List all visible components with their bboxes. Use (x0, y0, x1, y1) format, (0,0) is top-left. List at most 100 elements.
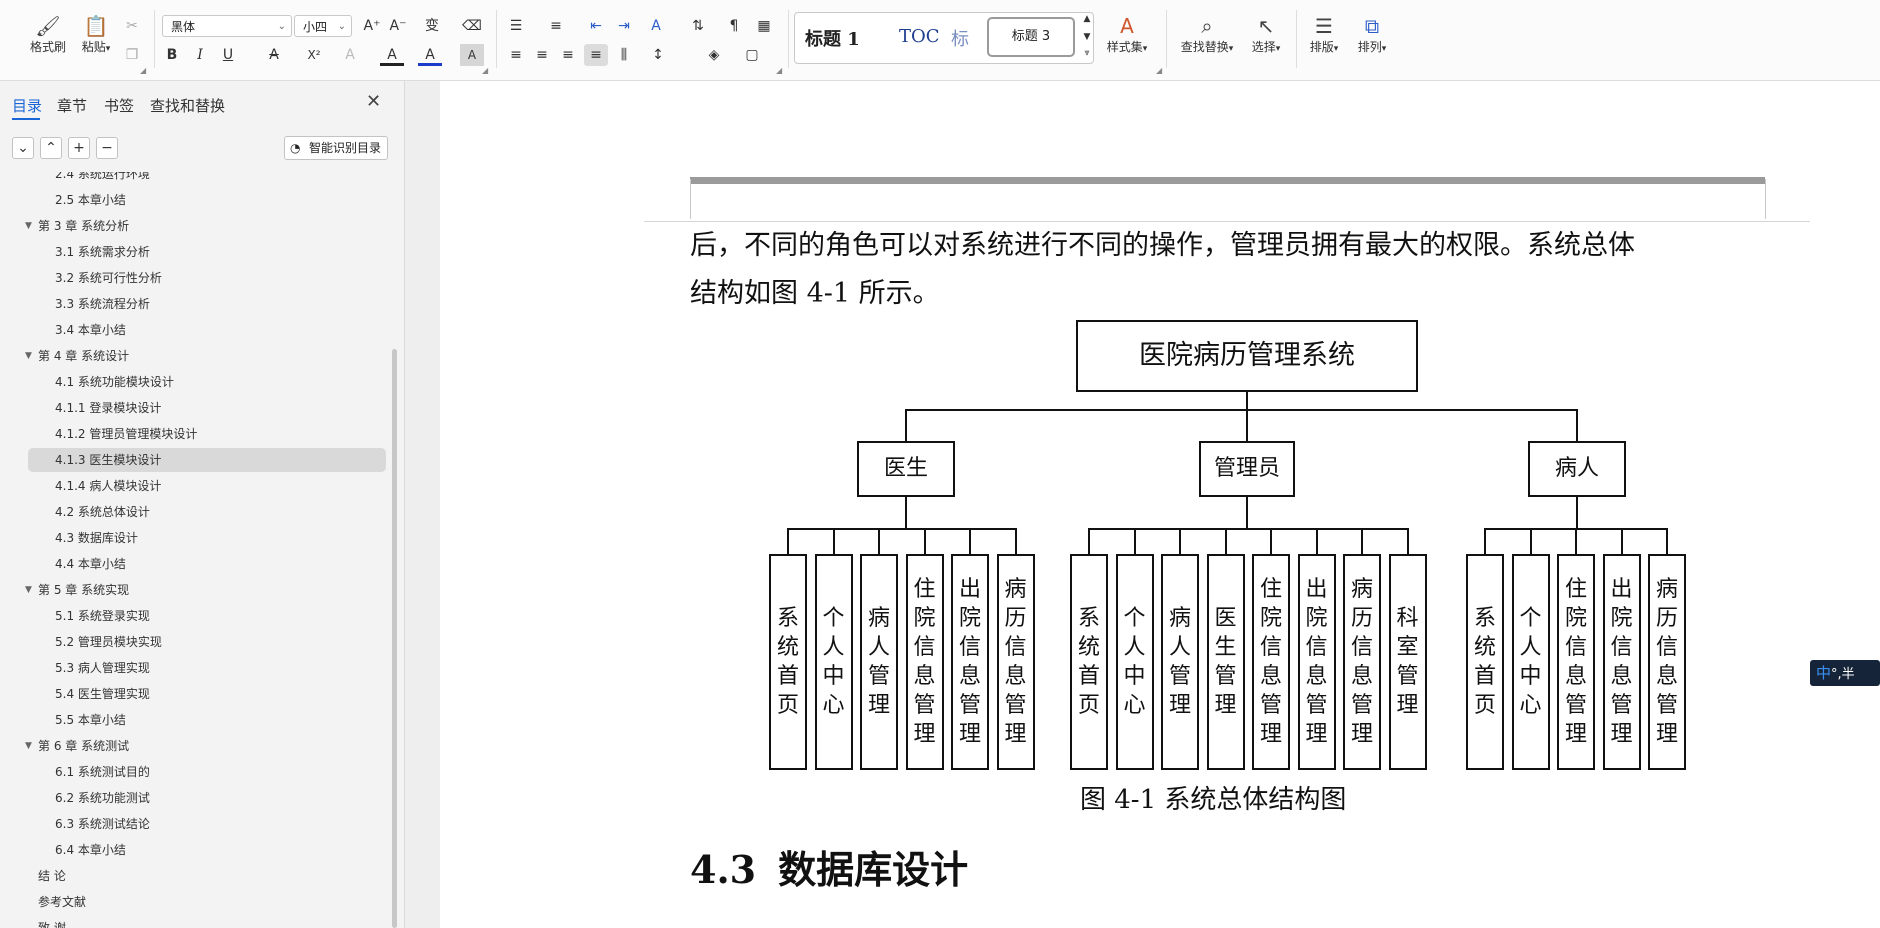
italic-button[interactable]: I (188, 44, 212, 66)
format-painter-button[interactable]: 🖌 格式刷 (26, 14, 70, 55)
nav-scrollbar[interactable] (392, 349, 397, 928)
toc-item[interactable]: ▼ 第 5 章 系统实现 (25, 578, 386, 602)
phonetic-guide-icon[interactable]: 变 (420, 15, 444, 37)
sort-icon[interactable]: ⇅ (686, 15, 710, 37)
font-size-select[interactable]: 小四 ⌄ (294, 15, 352, 37)
arrange-button[interactable]: ⧉ 排列▾ (1354, 14, 1390, 55)
expand-up-button[interactable]: ⌃ (40, 137, 62, 159)
shrink-font-icon[interactable]: A⁻ (386, 15, 410, 37)
paragraph-launcher-icon[interactable]: ◢ (776, 66, 782, 75)
toc-item[interactable]: 4.3 数据库设计 (28, 526, 386, 550)
strikethrough-button[interactable]: A (262, 44, 286, 66)
toc-item[interactable]: 4.1.3 医生模块设计 (28, 448, 386, 472)
numbering-icon[interactable]: ≡ (544, 15, 568, 37)
style-heading3[interactable]: 标题 3 (987, 17, 1075, 57)
show-marks-icon[interactable]: ¶ (722, 15, 746, 37)
toc-item[interactable]: 5.3 病人管理实现 (28, 656, 386, 680)
toc-item[interactable]: 6.2 系统功能测试 (28, 786, 386, 810)
tab-toc[interactable]: 目录 (12, 95, 42, 116)
increase-indent-icon[interactable]: ⇥ (612, 15, 636, 37)
char-shading-button[interactable]: A (460, 44, 484, 66)
borders-icon[interactable]: ▢ (740, 44, 764, 66)
toc-item[interactable]: 致 谢 (28, 916, 386, 928)
shading-icon[interactable]: ◈ (702, 44, 726, 66)
align-right-icon[interactable]: ≡ (556, 44, 580, 66)
bullets-icon[interactable]: ☰ (504, 15, 528, 37)
layout-button[interactable]: ☰ 排版▾ (1306, 14, 1342, 55)
smart-toc-button[interactable]: ◔ 智能识别目录 (284, 136, 388, 160)
style-toc[interactable]: TOC (899, 26, 940, 47)
paste-button[interactable]: 📋 粘贴▾ (76, 14, 116, 55)
font-name-select[interactable]: 黑体 ⌄ (162, 15, 292, 37)
distributed-icon[interactable]: ⫼ (612, 44, 636, 66)
add-toc-item-button[interactable]: + (68, 137, 90, 159)
toc-item[interactable]: 3.4 本章小结 (28, 318, 386, 342)
style-scroll-down-icon[interactable]: ▼ (1080, 30, 1094, 44)
toc-item[interactable]: ▼ 第 3 章 系统分析 (25, 214, 386, 238)
decrease-indent-icon[interactable]: ⇤ (584, 15, 608, 37)
clear-format-icon[interactable]: ⌫ (460, 15, 484, 37)
align-left-icon[interactable]: ≡ (504, 44, 528, 66)
toc-item[interactable]: 4.1 系统功能模块设计 (28, 370, 386, 394)
style-scroll-up-icon[interactable]: ▲ (1080, 12, 1094, 26)
underline-button[interactable]: U (216, 44, 240, 66)
style-heading-partial[interactable]: 标 (951, 25, 969, 51)
grow-font-icon[interactable]: A⁺ (360, 15, 384, 37)
toc-item[interactable]: 3.3 系统流程分析 (28, 292, 386, 316)
select-button[interactable]: ↖ 选择▾ (1246, 14, 1286, 55)
toc-item[interactable]: 4.4 本章小结 (28, 552, 386, 576)
justify-icon[interactable]: ≡ (584, 44, 608, 66)
styles-launcher-icon[interactable]: ◢ (1156, 66, 1162, 75)
style-heading1[interactable]: 标题 1 (805, 25, 860, 51)
style-more-icon[interactable]: ⩔ (1080, 46, 1094, 60)
highlight-button[interactable]: A (380, 44, 404, 66)
toc-item[interactable]: 5.4 医生管理实现 (28, 682, 386, 706)
text-direction-icon[interactable]: A (644, 15, 668, 37)
toc-item[interactable]: 5.1 系统登录实现 (28, 604, 386, 628)
style-set-button[interactable]: A 样式集▾ (1102, 14, 1152, 55)
find-replace-button[interactable]: ⌕ 查找替换▾ (1176, 14, 1238, 55)
superscript-button[interactable]: X² (302, 44, 326, 66)
text-effect-icon[interactable]: A (338, 44, 362, 66)
remove-toc-item-button[interactable]: − (96, 137, 118, 159)
close-icon[interactable]: ✕ (366, 91, 381, 112)
cut-icon[interactable]: ✂ (120, 15, 144, 37)
toc-item[interactable]: 5.5 本章小结 (28, 708, 386, 732)
line-spacing-icon[interactable]: ↕ (646, 44, 670, 66)
toc-item[interactable]: 3.2 系统可行性分析 (28, 266, 386, 290)
expand-arrow-icon[interactable]: ▼ (25, 344, 32, 368)
ime-indicator[interactable]: 中°,半 (1810, 660, 1880, 686)
expand-arrow-icon[interactable]: ▼ (25, 734, 32, 758)
font-color-button[interactable]: A (418, 44, 442, 66)
clipboard-launcher-icon[interactable]: ◢ (140, 66, 146, 75)
expand-arrow-icon[interactable]: ▼ (25, 578, 32, 602)
toc-item[interactable]: 4.1.1 登录模块设计 (28, 396, 386, 420)
tab-chapters[interactable]: 章节 (57, 95, 87, 116)
toc-item[interactable]: 6.1 系统测试目的 (28, 760, 386, 784)
toc-item[interactable]: 参考文献 (28, 890, 386, 914)
toc-item[interactable]: ▼ 第 4 章 系统设计 (25, 344, 386, 368)
collapse-all-button[interactable]: ⌄ (12, 137, 34, 159)
connector-line (1620, 528, 1623, 554)
toc-item[interactable]: 3.1 系统需求分析 (28, 240, 386, 264)
copy-icon[interactable]: ❐ (120, 44, 144, 66)
expand-arrow-icon[interactable]: ▼ (25, 214, 32, 238)
font-launcher-icon[interactable]: ◢ (482, 66, 488, 75)
tab-find-replace[interactable]: 查找和替换 (150, 95, 225, 116)
connector-line (1576, 497, 1578, 528)
document-page[interactable]: 后，不同的角色可以对系统进行不同的操作，管理员拥有最大的权限。系统总体 结构如图… (440, 81, 1880, 928)
toc-item[interactable]: 2.4 系统运行环境 (28, 172, 386, 186)
toc-item[interactable]: 5.2 管理员模块实现 (28, 630, 386, 654)
toc-item[interactable]: 结 论 (28, 864, 386, 888)
toc-item[interactable]: 6.4 本章小结 (28, 838, 386, 862)
bold-button[interactable]: B (160, 44, 184, 66)
toc-item[interactable]: 4.1.4 病人模块设计 (28, 474, 386, 498)
toc-item[interactable]: ▼ 第 6 章 系统测试 (25, 734, 386, 758)
tab-bookmarks[interactable]: 书签 (104, 95, 134, 116)
table-icon[interactable]: ▦ (752, 15, 776, 37)
toc-item[interactable]: 4.2 系统总体设计 (28, 500, 386, 524)
align-center-icon[interactable]: ≡ (530, 44, 554, 66)
toc-item[interactable]: 6.3 系统测试结论 (28, 812, 386, 836)
toc-item[interactable]: 2.5 本章小结 (28, 188, 386, 212)
toc-item[interactable]: 4.1.2 管理员管理模块设计 (28, 422, 386, 446)
